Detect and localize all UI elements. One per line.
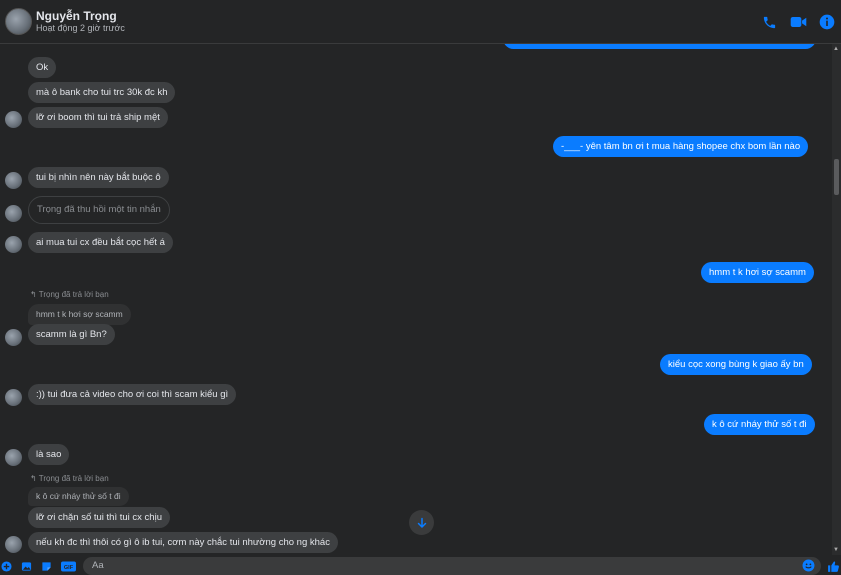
scroll-to-bottom-button[interactable] [409,510,434,535]
emoji-icon[interactable] [802,559,816,573]
message-incoming[interactable]: nếu kh đc thì thôi có gì ô ib tui, cơm n… [28,532,338,553]
message-outgoing-cut[interactable] [503,44,816,49]
reply-indicator: ↰ Trọng đã trả lời bạn [30,474,109,483]
reply-arrow-icon: ↰ [30,290,39,299]
scrollbar-thumb[interactable] [834,159,839,195]
message-incoming[interactable]: là sao [28,444,70,465]
like-thumbs-up-icon[interactable] [826,560,841,572]
contact-avatar[interactable] [5,8,32,35]
image-icon[interactable] [20,560,32,572]
scroll-down-arrow-icon[interactable]: ▼ [833,547,839,553]
contact-status: Hoạt động 2 giờ trước [36,23,125,33]
sender-avatar [5,205,22,222]
arrow-down-icon [417,517,426,528]
sender-avatar [5,236,22,253]
gif-icon[interactable]: GIF [60,560,76,572]
sender-avatar [5,111,22,128]
phone-call-icon[interactable] [760,13,778,31]
sender-avatar [5,449,22,466]
message-incoming[interactable]: lỡ ơi chặn số tui thì tui cx chịu [28,507,170,528]
message-outgoing[interactable]: kiểu cọc xong bùng k giao ấy bn [660,354,812,375]
sender-avatar [5,536,22,553]
message-outgoing[interactable]: hmm t k hơi sợ scamm [701,262,814,283]
plus-icon[interactable] [0,560,12,572]
message-input[interactable]: Aa [83,557,821,575]
reply-indicator-text: Trọng đã trả lời bạn [38,290,109,299]
message-incoming[interactable]: mà ô bank cho tui trc 30k đc kh [28,82,176,103]
reply-indicator-text: Trọng đã trả lời bạn [38,474,109,483]
recalled-message: Trọng đã thu hồi một tin nhắn [28,196,170,224]
message-input-placeholder: Aa [92,560,104,571]
reply-arrow-icon: ↰ [30,474,39,483]
quoted-message[interactable]: k ô cứ nháy thử số t đi [28,487,129,506]
message-list[interactable]: Ok mà ô bank cho tui trc 30k đc kh lỡ ơi… [0,44,832,555]
message-outgoing[interactable]: -___- yên tâm bn ơi t mua hàng shopee ch… [553,136,809,157]
message-incoming[interactable]: Ok [28,57,57,78]
info-icon[interactable] [818,13,836,31]
sender-avatar [5,389,22,406]
message-incoming[interactable]: ai mua tui cx đều bắt cọc hết á [28,232,173,253]
svg-text:GIF: GIF [63,564,73,570]
message-incoming[interactable]: tui bị nhìn nên này bắt buộc ô [28,167,169,188]
message-incoming[interactable]: scamm là gì Bn? [28,324,115,345]
scroll-up-arrow-icon[interactable]: ▲ [833,46,839,52]
sender-avatar [5,329,22,346]
chat-scrollbar[interactable]: ▲ ▼ [832,44,841,555]
message-composer: GIF Aa [0,555,841,575]
sticker-icon[interactable] [40,560,52,572]
contact-name[interactable]: Nguyễn Trọng [36,9,117,23]
sender-avatar [5,172,22,189]
message-outgoing[interactable]: k ô cứ nháy thử số t đi [704,414,815,435]
quoted-message[interactable]: hmm t k hơi sợ scamm [28,304,131,325]
message-incoming[interactable]: lỡ ơi boom thì tui trả ship mệt [28,107,168,128]
chat-header: Nguyễn Trọng Hoạt động 2 giờ trước [0,0,841,44]
message-incoming[interactable]: :)) tui đưa cả video cho ơi coi thì scam… [28,384,237,405]
reply-indicator: ↰ Trọng đã trả lời bạn [30,290,109,299]
video-call-icon[interactable] [789,13,807,31]
